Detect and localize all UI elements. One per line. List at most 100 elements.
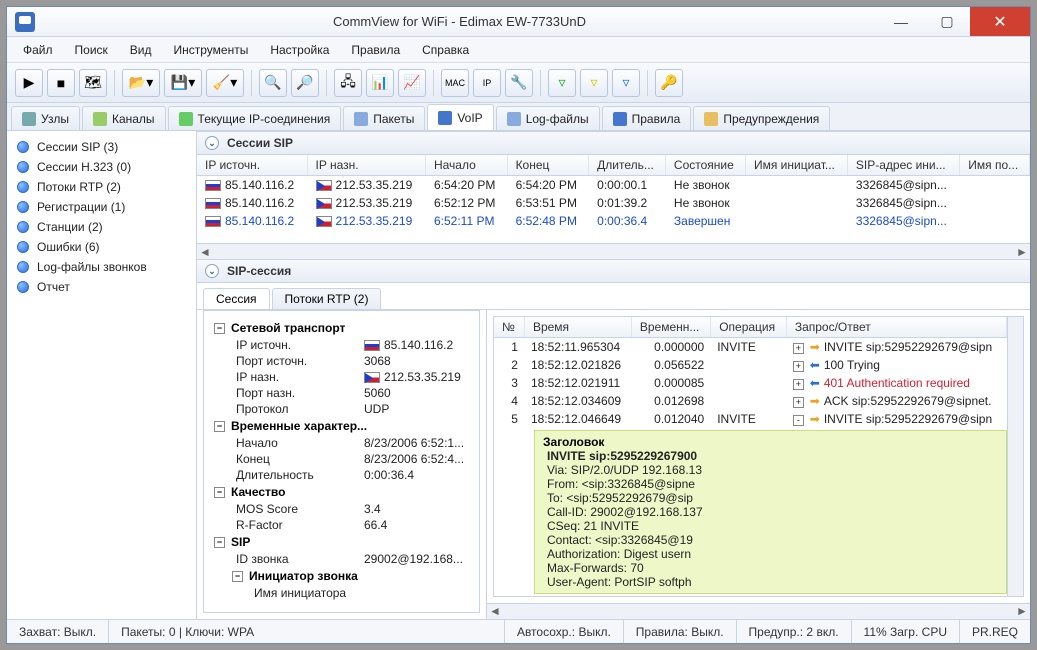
sessions-title: Сессии SIP: [227, 136, 293, 150]
session-detail-tree[interactable]: −Сетевой транспорт IP источн.85.140.116.…: [203, 310, 480, 613]
menu-Справка[interactable]: Справка: [412, 40, 479, 60]
col-header[interactable]: Имя по...: [960, 155, 1030, 176]
col-header[interactable]: Запрос/Ответ: [786, 317, 1006, 338]
sip-msg-row[interactable]: 518:52:12.0466490.012040INVITE-➡INVITE s…: [494, 410, 1007, 428]
col-header[interactable]: Операция: [711, 317, 787, 338]
filter-blue-button[interactable]: ▿: [612, 69, 640, 97]
tab-VoIP[interactable]: VoIP: [427, 104, 493, 130]
session-row[interactable]: 85.140.116.2212.53.35.2196:52:12 PM6:53:…: [197, 194, 1030, 212]
close-button[interactable]: ✕: [970, 7, 1030, 36]
vscrollbar[interactable]: [1007, 317, 1023, 596]
sidebar-item[interactable]: Ошибки (6): [7, 237, 196, 257]
col-header[interactable]: Время: [524, 317, 631, 338]
sip-header-line: Max-Forwards: 70: [543, 561, 998, 575]
minimize-button[interactable]: —: [878, 7, 924, 36]
col-header[interactable]: Конец: [507, 155, 589, 176]
expander-icon[interactable]: −: [214, 323, 225, 334]
sidebar-item[interactable]: Отчет: [7, 277, 196, 297]
sip-session-header[interactable]: ⌄ SIP-сессия: [197, 259, 1030, 283]
menu-Настройка[interactable]: Настройка: [260, 40, 339, 60]
col-header[interactable]: Состояние: [665, 155, 745, 176]
reconstruct-button[interactable]: 📊: [366, 69, 394, 97]
status-warnings: Предупр.: 2 вкл.: [737, 620, 852, 643]
sidebar-item[interactable]: Станции (2): [7, 217, 196, 237]
mac-alias-button[interactable]: MAC: [441, 69, 469, 97]
alarms-button[interactable]: 📈: [398, 69, 426, 97]
tab-icon: [704, 112, 718, 126]
tab-icon: [93, 112, 107, 126]
sip-messages-pane: №ВремяВременн...ОперацияЗапрос/Ответ118:…: [487, 310, 1030, 619]
main-tabs: УзлыКаналыТекущие IP-соединенияПакетыVoI…: [7, 103, 1030, 131]
session-detail-pane: −Сетевой транспорт IP источн.85.140.116.…: [197, 310, 487, 619]
save-button[interactable]: 💾▾: [164, 69, 202, 97]
key-button[interactable]: 🔑: [655, 69, 683, 97]
options-button[interactable]: 🔧: [505, 69, 533, 97]
col-header[interactable]: Начало: [425, 155, 507, 176]
sip-msg-row[interactable]: 118:52:11.9653040.000000INVITE+➡INVITE s…: [494, 338, 1007, 357]
sip-msg-row[interactable]: 418:52:12.0346090.012698+➡ACK sip:529522…: [494, 392, 1007, 410]
tab-Предупреждения[interactable]: Предупреждения: [693, 106, 830, 130]
zoom-button[interactable]: 🔍: [259, 69, 287, 97]
tab-Узлы[interactable]: Узлы: [11, 106, 80, 130]
menu-Вид[interactable]: Вид: [120, 40, 162, 60]
open-button[interactable]: 📂▾: [122, 69, 160, 97]
sessions-hscroll[interactable]: ◄►: [197, 243, 1030, 259]
menu-Поиск[interactable]: Поиск: [65, 40, 118, 60]
col-header[interactable]: IP источн.: [197, 155, 307, 176]
collapse-icon[interactable]: ⌄: [205, 136, 219, 150]
stop-button[interactable]: ■: [47, 69, 75, 97]
sessions-header[interactable]: ⌄ Сессии SIP: [197, 131, 1030, 155]
col-header[interactable]: IP назн.: [307, 155, 425, 176]
app-icon: [15, 12, 35, 32]
subtab-Сессия[interactable]: Сессия: [203, 288, 270, 309]
collapse-icon[interactable]: ⌄: [205, 264, 219, 278]
session-row[interactable]: 85.140.116.2212.53.35.2196:54:20 PM6:54:…: [197, 176, 1030, 195]
menu-Инструменты[interactable]: Инструменты: [164, 40, 259, 60]
tab-Правила[interactable]: Правила: [602, 106, 692, 130]
expander-icon[interactable]: −: [214, 537, 225, 548]
col-header[interactable]: №: [494, 317, 524, 338]
sip-msg-row[interactable]: 318:52:12.0219110.000085+⬅401 Authentica…: [494, 374, 1007, 392]
tab-icon: [438, 111, 452, 125]
map-button[interactable]: 🗺: [79, 69, 107, 97]
sidebar-item[interactable]: Потоки RTP (2): [7, 177, 196, 197]
sidebar-item[interactable]: Сессии SIP (3): [7, 137, 196, 157]
filter-yellow-button[interactable]: ▿: [580, 69, 608, 97]
subtab-Потоки RTP (2)[interactable]: Потоки RTP (2): [272, 288, 382, 309]
session-row[interactable]: 85.140.116.2212.53.35.2196:52:11 PM6:52:…: [197, 212, 1030, 230]
col-header[interactable]: Имя инициат...: [745, 155, 847, 176]
play-button[interactable]: ▶: [15, 69, 43, 97]
col-header[interactable]: Длитель...: [589, 155, 666, 176]
find-button[interactable]: 🔎: [291, 69, 319, 97]
col-header[interactable]: SIP-адрес ини...: [847, 155, 959, 176]
hosts-button[interactable]: 🖧: [334, 69, 362, 97]
sidebar-item[interactable]: Log-файлы звонков: [7, 257, 196, 277]
menu-Файл[interactable]: Файл: [13, 40, 63, 60]
expander-icon[interactable]: −: [214, 487, 225, 498]
tab-Log-файлы[interactable]: Log-файлы: [496, 106, 600, 130]
voip-sidebar: Сессии SIP (3)Сессии H.323 (0)Потоки RTP…: [7, 131, 197, 619]
bullet-icon: [17, 261, 29, 273]
ip-alias-button[interactable]: IP: [473, 69, 501, 97]
col-header[interactable]: Временн...: [631, 317, 710, 338]
tab-Текущие IP-соединения[interactable]: Текущие IP-соединения: [168, 106, 342, 130]
sidebar-item[interactable]: Сессии H.323 (0): [7, 157, 196, 177]
clear-button[interactable]: 🧹▾: [206, 69, 244, 97]
sip-header-line: From: <sip:3326845@sipne: [543, 477, 998, 491]
tab-Каналы[interactable]: Каналы: [82, 106, 166, 130]
bullet-icon: [17, 221, 29, 233]
messages-hscroll[interactable]: ◄►: [487, 603, 1030, 619]
menu-Правила[interactable]: Правила: [341, 40, 410, 60]
expander-icon[interactable]: −: [232, 571, 243, 582]
expander-icon[interactable]: −: [214, 421, 225, 432]
sidebar-item[interactable]: Регистрации (1): [7, 197, 196, 217]
title-bar[interactable]: CommView for WiFi - Edimax EW-7733UnD — …: [7, 7, 1030, 37]
filter-green-button[interactable]: ▿: [548, 69, 576, 97]
flag-cz-icon: [364, 372, 380, 383]
tab-Пакеты[interactable]: Пакеты: [343, 106, 425, 130]
tab-icon: [22, 112, 36, 126]
sip-msg-row[interactable]: 218:52:12.0218260.056522+⬅100 Trying: [494, 356, 1007, 374]
sessions-grid[interactable]: IP источн.IP назн.НачалоКонецДлитель...С…: [197, 155, 1030, 243]
sip-messages-grid[interactable]: №ВремяВременн...ОперацияЗапрос/Ответ118:…: [493, 316, 1024, 597]
maximize-button[interactable]: ▢: [924, 7, 970, 36]
